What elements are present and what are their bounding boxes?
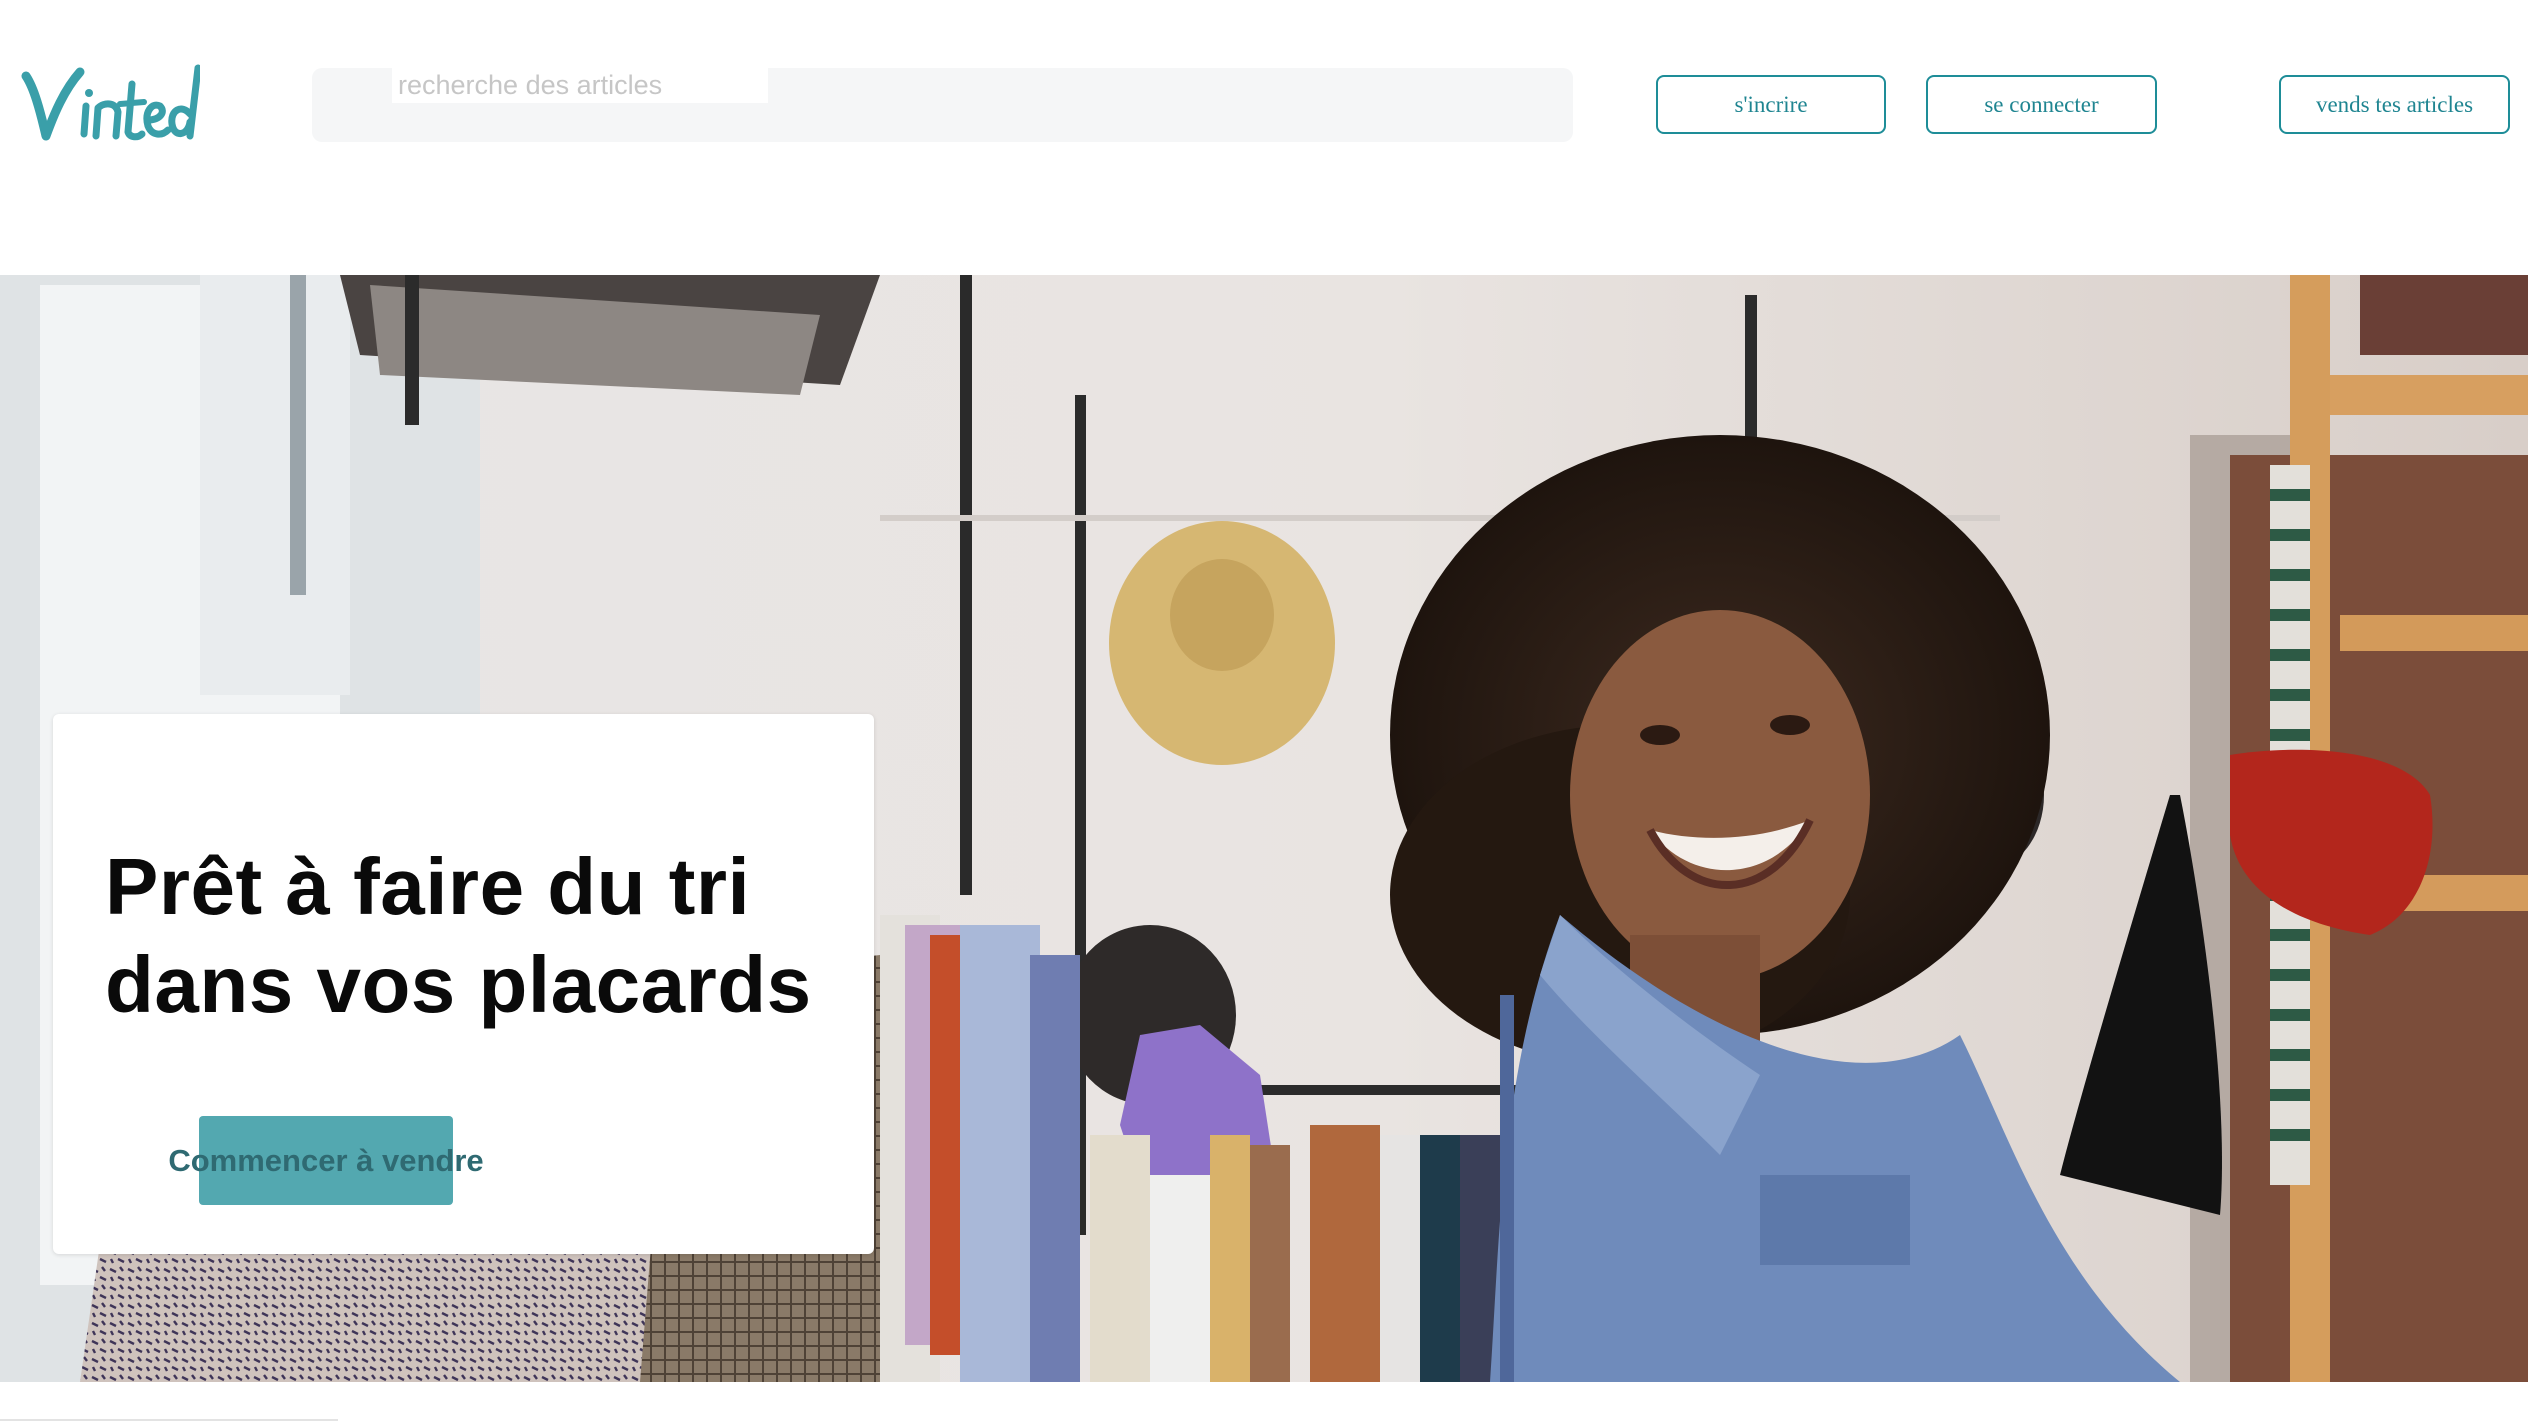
signup-button[interactable]: s'incrire bbox=[1656, 75, 1886, 134]
sell-items-button[interactable]: vends tes articles bbox=[2279, 75, 2510, 134]
hero-banner: Prêt à faire du tri dans vos placards Co… bbox=[0, 275, 2528, 1382]
login-button[interactable]: se connecter bbox=[1926, 75, 2157, 134]
search-input[interactable] bbox=[392, 68, 768, 103]
hero-card: Prêt à faire du tri dans vos placards Co… bbox=[53, 714, 874, 1254]
vinted-logo[interactable] bbox=[20, 58, 200, 148]
vinted-logo-icon bbox=[21, 64, 200, 141]
search-bar bbox=[312, 68, 1573, 142]
page: s'incrire se connecter vends tes article… bbox=[0, 0, 2528, 1422]
hero-title: Prêt à faire du tri dans vos placards bbox=[105, 842, 812, 1029]
start-selling-button[interactable]: Commencer à vendre bbox=[168, 1116, 484, 1205]
divider bbox=[0, 1419, 338, 1421]
